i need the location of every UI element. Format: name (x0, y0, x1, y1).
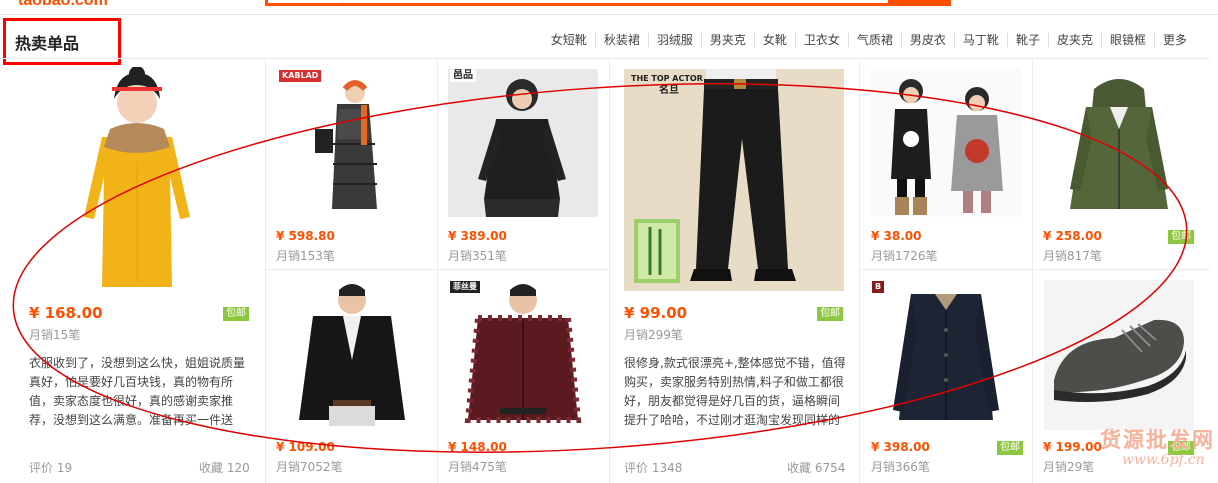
product-price: ¥ 168.00 (29, 304, 103, 322)
monthly-sales: 月销1726笔 (871, 249, 938, 263)
monthly-sales: 月销153笔 (276, 249, 335, 263)
product-price: ¥ 109.00 (276, 440, 335, 454)
product-image[interactable] (871, 69, 1021, 217)
monthly-sales: 月销351笔 (448, 249, 507, 263)
brand-logo: 菲丝曼 (450, 281, 480, 293)
product-image[interactable] (871, 280, 1021, 430)
product-price: ¥ 398.00 (871, 440, 930, 454)
more-link[interactable]: 更多 (1153, 33, 1195, 47)
free-shipping-badge: 包邮 (817, 307, 843, 321)
free-shipping-badge: 包邮 (223, 307, 249, 321)
monthly-sales: 月销29笔 (1043, 460, 1095, 474)
monthly-sales: 月销817笔 (1043, 249, 1102, 263)
product-image[interactable] (448, 280, 598, 430)
search-input[interactable] (265, 0, 951, 6)
category-link[interactable]: 眼镜框 (1100, 33, 1154, 47)
watermark-name: 货源批发网 (1100, 427, 1215, 452)
category-link[interactable]: 女短靴 (543, 33, 595, 47)
product-card[interactable]: KABLAD ¥ 598.80 月销153笔 (266, 59, 438, 270)
product-price: ¥ 258.00 (1043, 229, 1102, 243)
product-price: ¥ 199.00 (1043, 440, 1102, 454)
product-price: ¥ 389.00 (448, 229, 507, 243)
product-card[interactable]: 邑品 ¥ 389.00 月销351笔 (438, 59, 610, 270)
product-card[interactable]: B ¥ 398.00 包邮 月销366笔 (860, 270, 1033, 483)
monthly-sales: 月销299笔 (624, 328, 683, 342)
monthly-sales: 月销7052笔 (276, 460, 343, 474)
featured-product-card[interactable]: ¥ 168.00 包邮 月销15笔 衣服收到了，没想到这么快，姐姐说质量真好，怕… (0, 59, 266, 483)
featured-product-card[interactable]: THE TOP ACTOR 名旦 ¥ 99.00 包邮 月销299笔 很修身,款… (610, 59, 860, 483)
product-price: ¥ 148.00 (448, 440, 507, 454)
product-card[interactable]: ¥ 258.00 包邮 月销817笔 (1033, 59, 1210, 270)
review-text: 很修身,款式很漂亮+,整体感觉不错，值得购买，卖家服务特别热情,料子和做工都很好… (624, 356, 846, 427)
favorite-count[interactable]: 收藏 6754 (787, 459, 845, 476)
header-divider (0, 14, 1218, 15)
category-links: 女短靴 秋装裙 羽绒服 男夹克 女靴 卫衣女 气质裙 男皮衣 马丁靴 靴子 皮夹… (543, 33, 1195, 47)
product-image[interactable] (277, 69, 427, 217)
category-link[interactable]: 秋装裙 (594, 33, 648, 47)
product-card[interactable]: 菲丝曼 ¥ 148.00 月销475笔 (438, 270, 610, 483)
category-link[interactable]: 马丁靴 (953, 33, 1007, 47)
monthly-sales: 月销15笔 (29, 328, 81, 342)
product-price: ¥ 38.00 (871, 229, 922, 243)
free-shipping-badge: 包邮 (997, 441, 1023, 455)
review-text: 衣服收到了，没想到这么快，姐姐说质量真好，怕是要好几百块钱，真的物有所值，卖家态… (29, 356, 246, 427)
product-card[interactable]: ¥ 109.00 月销7052笔 (266, 270, 438, 483)
product-image[interactable] (1044, 69, 1194, 217)
category-link[interactable]: 羽绒服 (647, 33, 701, 47)
product-card[interactable]: ¥ 38.00 月销1726笔 (860, 59, 1033, 270)
brand-logo: THE TOP ACTOR (631, 74, 703, 83)
product-image[interactable] (277, 280, 427, 430)
category-link[interactable]: 靴子 (1006, 33, 1048, 47)
monthly-sales: 月销366笔 (871, 460, 930, 474)
brand-logo: B (872, 281, 885, 293)
category-link[interactable]: 女靴 (753, 33, 795, 47)
category-link[interactable]: 卫衣女 (794, 33, 848, 47)
product-image[interactable] (62, 67, 212, 297)
top-strip: taobao.com (0, 0, 1218, 14)
category-link[interactable]: 男夹克 (700, 33, 754, 47)
category-link[interactable]: 男皮衣 (900, 33, 954, 47)
product-price: ¥ 99.00 (624, 304, 688, 322)
review-count[interactable]: 评价 1348 (624, 459, 682, 476)
category-link[interactable]: 气质裙 (847, 33, 901, 47)
product-image[interactable] (624, 69, 844, 291)
category-link[interactable]: 皮夹克 (1047, 33, 1101, 47)
watermark-url: www.6pf.cn (1122, 452, 1205, 468)
brand-logo: KABLAD (279, 70, 322, 82)
free-shipping-badge: 包邮 (1168, 230, 1194, 244)
site-logo[interactable]: taobao.com (18, 0, 108, 10)
product-image[interactable] (1044, 280, 1194, 430)
brand-logo-name: 名旦 (659, 85, 679, 96)
brand-logo: 邑品 (450, 70, 476, 82)
monthly-sales: 月销475笔 (448, 460, 507, 474)
product-price: ¥ 598.80 (276, 229, 335, 243)
search-button[interactable] (888, 0, 951, 6)
review-count[interactable]: 评价 19 (29, 459, 72, 476)
favorite-count[interactable]: 收藏 120 (199, 459, 250, 476)
product-image[interactable] (448, 69, 598, 217)
